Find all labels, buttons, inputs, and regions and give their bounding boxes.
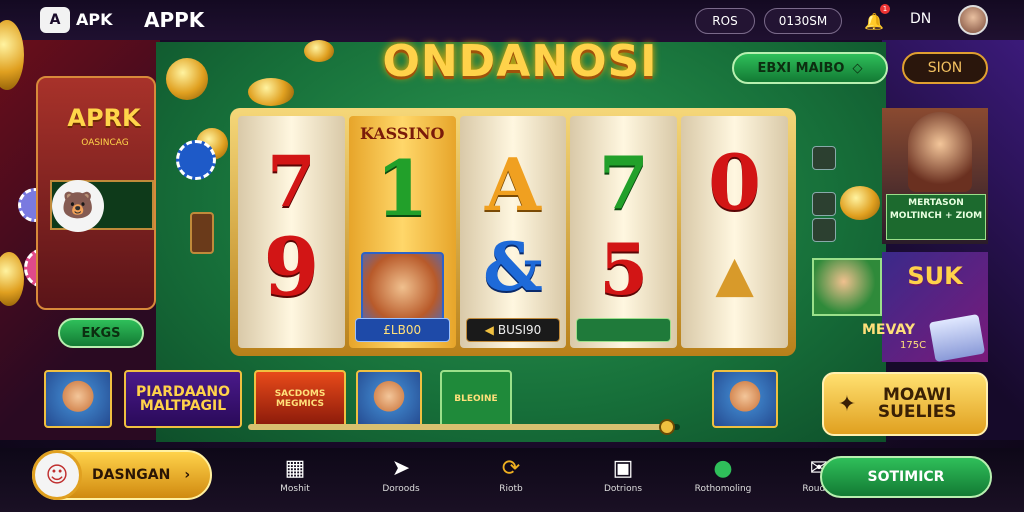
reel-symbol: 1 (375, 144, 429, 233)
send-icon: ➤ (391, 456, 411, 481)
game-thumbnail[interactable]: SACDOMS MEGMICS (254, 370, 346, 428)
balance-label: ROS (712, 14, 738, 28)
diamond-icon: ◇ (852, 60, 863, 76)
reel-frame: 7 9 KASSINO 1 £LB00 A & ◀ BUSI90 7 5 0 ▲ (230, 108, 796, 356)
reel-symbol: 5 (599, 228, 649, 311)
reel-footer-label: BUSI90 (497, 323, 542, 337)
coin-icon (304, 40, 334, 62)
sign-in-label: SION (927, 60, 963, 76)
promo-logo: SUK (907, 262, 963, 290)
reel-footer: £LB00 (354, 318, 450, 342)
nav-item-moshit[interactable]: ▦ Moshit (250, 454, 340, 506)
brand-name: APPK (144, 8, 205, 32)
mini-game-tile[interactable] (812, 258, 882, 316)
logo-text: APK (76, 10, 113, 29)
arrow-icon: ◀ (484, 323, 494, 337)
clown-icon: ☺ (32, 450, 82, 500)
sign-in-button[interactable]: SION (902, 52, 988, 84)
chevron-right-icon: › (184, 467, 191, 483)
cards-icon (928, 313, 986, 363)
reel-4[interactable]: 7 5 (570, 116, 678, 348)
reel-3[interactable]: A & ◀ BUSI90 (459, 116, 567, 348)
machine-subtitle: OASINCAG (81, 138, 129, 148)
reel-symbol: 7 (598, 140, 649, 225)
side-icon-top[interactable] (812, 146, 836, 170)
grid-icon: ▦ (284, 456, 306, 481)
calendar-icon: ▣ (612, 456, 634, 481)
reel-5[interactable]: 0 ▲ (681, 116, 788, 348)
thumbnail-title: SACDOMS MEGMICS (274, 389, 326, 409)
notification-badge: 1 (880, 4, 890, 14)
side-icon-low[interactable] (812, 218, 836, 242)
game-thumbnail[interactable]: PIARDAANO MALTPAGIL (124, 370, 242, 428)
reel-symbol: 7 (267, 140, 316, 223)
refresh-icon: ⟳ (501, 456, 521, 481)
timer-label: 0130SM (778, 14, 828, 28)
bottom-left-label: DASNGAN (92, 467, 171, 483)
game-thumbnail[interactable]: BLEOINE (440, 370, 512, 428)
game-thumbnail[interactable] (712, 370, 778, 428)
timer-pill[interactable]: 0130SM (764, 8, 842, 34)
shell-icon: ✦ (837, 391, 857, 417)
reel-1[interactable]: 7 9 (238, 116, 345, 348)
bottom-right-label: SOTIMICR (867, 469, 945, 485)
nav-item-dotrions[interactable]: ▣ Dotrions (578, 454, 668, 506)
carousel-handle[interactable] (659, 419, 676, 435)
reels: 7 9 KASSINO 1 £LB00 A & ◀ BUSI90 7 5 0 ▲ (238, 116, 788, 348)
balance-pill[interactable]: ROS (695, 8, 755, 34)
thumbnail-title: PIARDAANO MALTPAGIL (136, 384, 230, 414)
coin-icon (840, 186, 880, 220)
reel-footer (576, 318, 672, 342)
shell-icon: ▲ (715, 244, 754, 303)
nav-label: Moshit (280, 484, 310, 494)
reel-2[interactable]: KASSINO 1 £LB00 (348, 116, 456, 348)
reel-symbol: 9 (263, 220, 320, 314)
nav-label: Rothomoling (694, 484, 752, 494)
reel-symbol: 0 (708, 138, 762, 227)
coin-icon (248, 78, 294, 106)
reel-tag: KASSINO (359, 124, 445, 143)
machine-title: APRK (67, 104, 141, 132)
side-icon-mid[interactable] (812, 192, 836, 216)
bear-mascot-icon: 🐻 (52, 180, 104, 232)
chip-icon (176, 140, 216, 180)
bonus-label: MOAWI SUELIES (877, 385, 957, 422)
gamepad-icon: ● (713, 456, 733, 481)
app-logo-icon[interactable]: A (40, 7, 70, 33)
left-action-button[interactable]: EKGS (58, 318, 144, 348)
header-primary-label: EBXI MAIBO (757, 60, 845, 76)
promo-card-text: MERTASON MOLTINCH + ZIOM (886, 194, 986, 240)
nav-item-riotb[interactable]: ⟳ Riotb (466, 454, 556, 506)
coin-icon (166, 58, 208, 100)
nav-item-doroods[interactable]: ➤ Doroods (356, 454, 446, 506)
reel-lever[interactable] (190, 212, 214, 254)
game-title: ONDANOSI (382, 36, 658, 87)
language-selector[interactable]: DN (910, 11, 931, 27)
reel-symbol: & (483, 228, 543, 306)
nav-label: Doroods (382, 484, 420, 494)
game-thumbnail[interactable] (356, 370, 422, 428)
host-portrait (908, 112, 972, 192)
reel-footer: ◀ BUSI90 (465, 318, 561, 342)
nav-label: Dotrions (603, 484, 643, 494)
carousel-progress (248, 424, 668, 430)
avatar[interactable] (958, 5, 988, 35)
nav-label: Riotb (499, 484, 523, 494)
reel-symbol: A (485, 142, 541, 227)
header-primary-button[interactable]: EBXI MAIBO ◇ (732, 52, 888, 84)
game-thumbnail[interactable] (44, 370, 112, 428)
reel-footer-label: £LB00 (383, 323, 422, 337)
bonus-button[interactable]: ✦ MOAWI SUELIES (822, 372, 988, 436)
thumbnail-title: BLEOINE (454, 394, 498, 404)
bottom-right-button[interactable]: SOTIMICR (820, 456, 992, 498)
nav-item-rothomoling[interactable]: ● Rothomoling (678, 454, 768, 506)
left-action-label: EKGS (81, 325, 121, 341)
